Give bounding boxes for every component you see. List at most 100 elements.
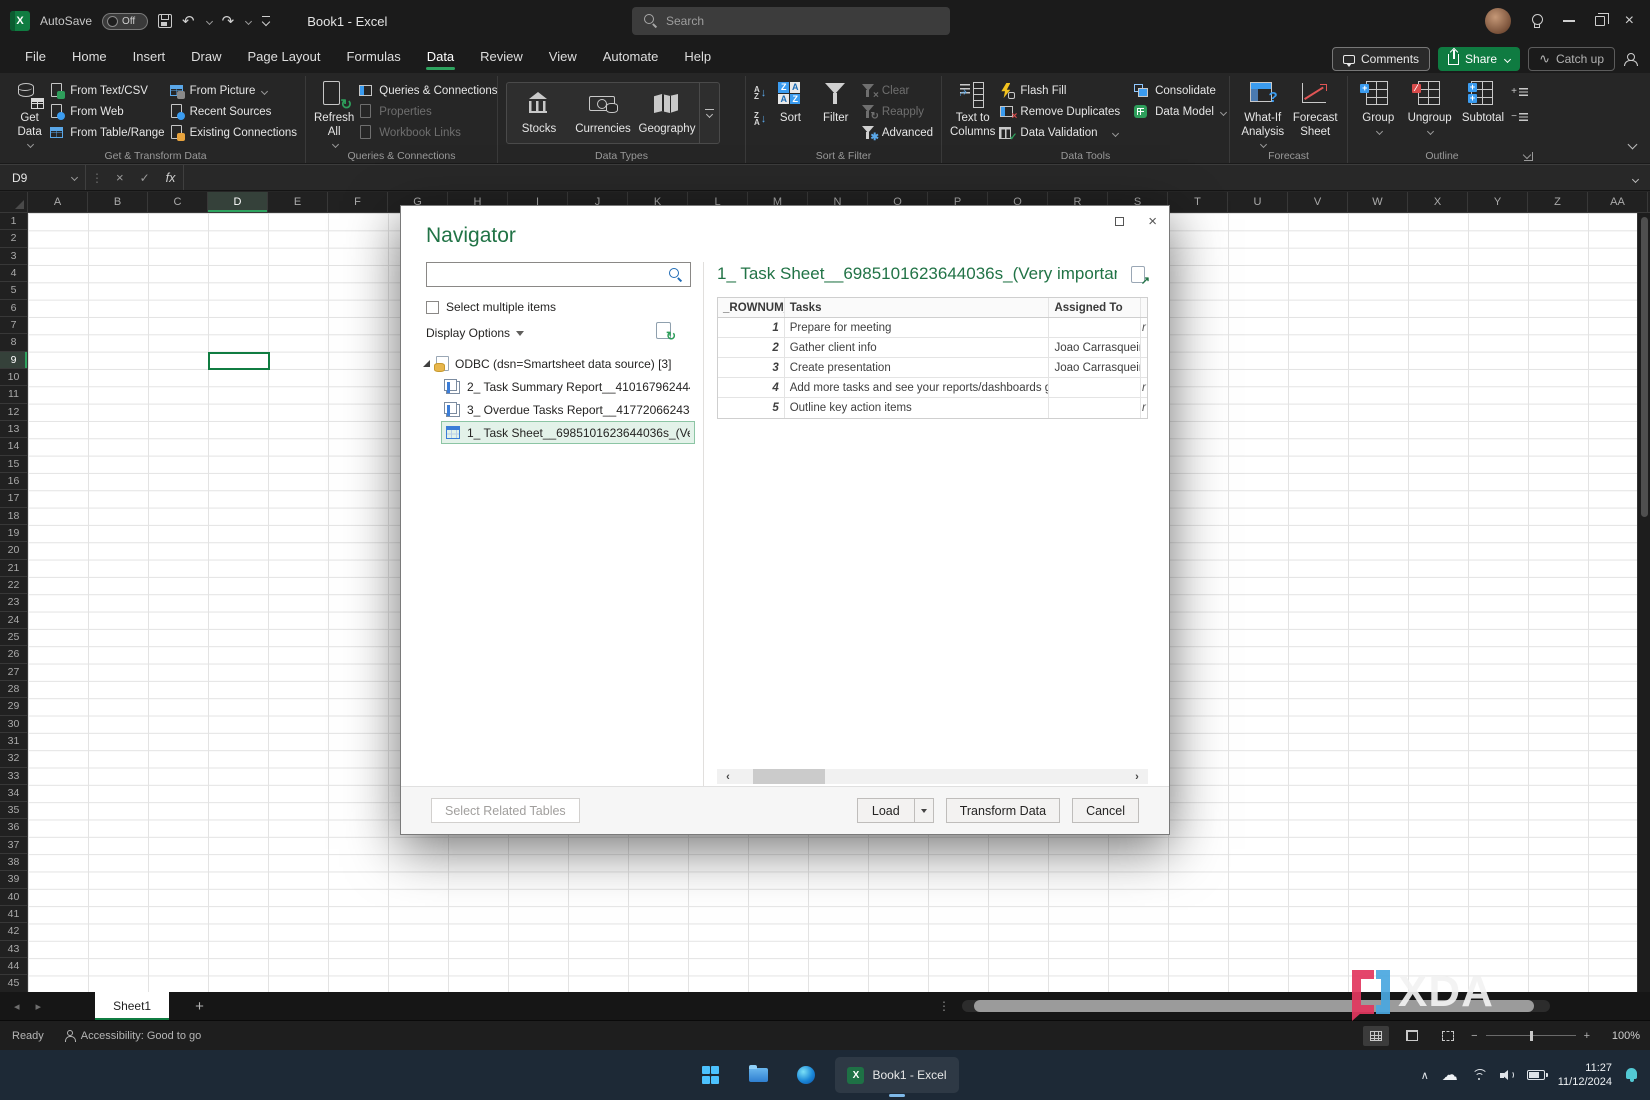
row-header-12[interactable]: 12 xyxy=(0,404,27,421)
name-box[interactable]: D9 xyxy=(0,165,86,190)
show-detail-button[interactable]: + xyxy=(1511,86,1528,97)
cancel-entry-icon[interactable]: × xyxy=(108,170,132,185)
preview-scroll-right-icon[interactable]: › xyxy=(1126,771,1148,783)
sheet-next-icon[interactable]: ▸ xyxy=(36,1000,42,1013)
page-layout-view-button[interactable] xyxy=(1399,1026,1425,1046)
tab-draw[interactable]: Draw xyxy=(178,43,234,72)
start-button[interactable] xyxy=(691,1056,729,1094)
edge-browser-button[interactable] xyxy=(787,1056,825,1094)
group-button[interactable]: + Group xyxy=(1356,78,1401,134)
select-multiple-items-row[interactable]: Select multiple items xyxy=(426,300,556,314)
restore-button[interactable] xyxy=(1595,16,1605,26)
dialog-close-button[interactable]: × xyxy=(1148,214,1157,229)
share-button[interactable]: Share xyxy=(1438,47,1520,71)
redo-icon[interactable]: ↷ xyxy=(222,14,235,29)
column-header-Y[interactable]: Y xyxy=(1468,192,1528,212)
navigator-search-input[interactable] xyxy=(426,262,691,287)
row-header-8[interactable]: 8 xyxy=(0,334,27,351)
stocks-button[interactable]: Stocks xyxy=(507,83,571,143)
tree-item[interactable]: 2_ Task Summary Report__410167962444173.… xyxy=(441,375,695,398)
tree-item[interactable]: 3_ Overdue Tasks Report__417720662434189… xyxy=(441,398,695,421)
row-header-34[interactable]: 34 xyxy=(0,785,27,802)
tab-view[interactable]: View xyxy=(536,43,590,72)
tab-help[interactable]: Help xyxy=(671,43,724,72)
row-header-3[interactable]: 3 xyxy=(0,248,27,265)
row-header-5[interactable]: 5 xyxy=(0,282,27,299)
taskbar-excel-button[interactable]: X Book1 - Excel xyxy=(835,1057,958,1093)
row-header-26[interactable]: 26 xyxy=(0,646,27,663)
filter-button[interactable]: Filter xyxy=(815,78,857,126)
from-picture-button[interactable]: From Picture xyxy=(169,83,297,99)
catch-up-button[interactable]: ∿ Catch up xyxy=(1528,47,1615,71)
sort-ascending-button[interactable]: AZ↓ xyxy=(754,86,766,100)
row-header-15[interactable]: 15 xyxy=(0,456,27,473)
expand-collapse-icon[interactable] xyxy=(423,360,430,367)
row-header-35[interactable]: 35 xyxy=(0,802,27,819)
column-header-T[interactable]: T xyxy=(1168,192,1228,212)
column-header-X[interactable]: X xyxy=(1408,192,1468,212)
column-header-B[interactable]: B xyxy=(88,192,148,212)
row-header-13[interactable]: 13 xyxy=(0,421,27,438)
tray-chevron-icon[interactable]: ∧ xyxy=(1421,1069,1429,1082)
column-header-U[interactable]: U xyxy=(1228,192,1288,212)
tab-automate[interactable]: Automate xyxy=(590,43,672,72)
get-data-button[interactable]: Get Data xyxy=(14,78,45,147)
row-header-38[interactable]: 38 xyxy=(0,854,27,871)
confirm-entry-icon[interactable]: ✓ xyxy=(132,171,158,185)
avatar[interactable] xyxy=(1485,8,1511,34)
row-header-23[interactable]: 23 xyxy=(0,594,27,611)
forecast-sheet-button[interactable]: Forecast Sheet xyxy=(1291,78,1339,139)
volume-icon[interactable] xyxy=(1500,1069,1514,1081)
ungroup-button[interactable]: ⁄ Ungroup xyxy=(1405,78,1455,134)
minimize-button[interactable] xyxy=(1563,20,1575,22)
share-people-icon[interactable] xyxy=(1623,53,1638,66)
row-header-9[interactable]: 9 xyxy=(0,352,27,369)
column-header-D[interactable]: D xyxy=(208,192,268,212)
tab-file[interactable]: File xyxy=(12,43,59,72)
tab-formulas[interactable]: Formulas xyxy=(334,43,414,72)
lightbulb-icon[interactable] xyxy=(1531,14,1543,28)
row-header-36[interactable]: 36 xyxy=(0,819,27,836)
new-sheet-button[interactable]: + xyxy=(195,998,204,1015)
tab-data[interactable]: Data xyxy=(414,43,467,72)
select-related-tables-button[interactable]: Select Related Tables xyxy=(431,798,580,823)
sort-button[interactable]: ZAAZ Sort xyxy=(770,78,810,126)
row-header-24[interactable]: 24 xyxy=(0,612,27,629)
sheet-prev-icon[interactable]: ◂ xyxy=(14,1000,20,1013)
row-header-20[interactable]: 20 xyxy=(0,542,27,559)
taskbar-clock[interactable]: 11:27 11/12/2024 xyxy=(1558,1061,1612,1090)
row-header-18[interactable]: 18 xyxy=(0,508,27,525)
column-header-A[interactable]: A xyxy=(28,192,88,212)
redo-chevron-icon[interactable] xyxy=(245,17,252,24)
preview-scrollbar-thumb[interactable] xyxy=(753,769,825,784)
row-header-30[interactable]: 30 xyxy=(0,716,27,733)
row-header-21[interactable]: 21 xyxy=(0,560,27,577)
sheet-tab-sheet1[interactable]: Sheet1 xyxy=(95,992,169,1020)
row-header-6[interactable]: 6 xyxy=(0,300,27,317)
autosave-toggle[interactable]: Off xyxy=(102,13,148,30)
selected-cell-d9[interactable] xyxy=(208,352,270,371)
preview-peek-icon[interactable] xyxy=(1131,266,1145,283)
data-model-button[interactable]: Data Model xyxy=(1134,104,1226,120)
from-web-button[interactable]: From Web xyxy=(49,104,164,120)
column-header-C[interactable]: C xyxy=(148,192,208,212)
tab-page-layout[interactable]: Page Layout xyxy=(235,43,334,72)
row-header-28[interactable]: 28 xyxy=(0,681,27,698)
display-options-dropdown[interactable]: Display Options xyxy=(426,326,524,340)
close-button[interactable]: × xyxy=(1625,13,1634,29)
tree-item[interactable]: 1_ Task Sheet__6985101623644036s_(Very i… xyxy=(441,421,695,444)
geography-button[interactable]: Geography xyxy=(635,83,699,143)
what-if-analysis-button[interactable]: What-If Analysis xyxy=(1238,78,1287,147)
select-multiple-checkbox[interactable] xyxy=(426,301,439,314)
select-all-corner[interactable] xyxy=(0,192,28,213)
row-header-44[interactable]: 44 xyxy=(0,958,27,975)
transform-data-button[interactable]: Transform Data xyxy=(946,798,1060,823)
row-header-17[interactable]: 17 xyxy=(0,490,27,507)
row-header-40[interactable]: 40 xyxy=(0,889,27,906)
cancel-button[interactable]: Cancel xyxy=(1072,798,1139,823)
remove-duplicates-button[interactable]: ×Remove Duplicates xyxy=(999,104,1120,120)
consolidate-button[interactable]: Consolidate xyxy=(1134,83,1226,99)
row-header-43[interactable]: 43 xyxy=(0,941,27,958)
save-icon[interactable] xyxy=(158,14,172,28)
vertical-scrollbar-thumb[interactable] xyxy=(1641,217,1648,517)
